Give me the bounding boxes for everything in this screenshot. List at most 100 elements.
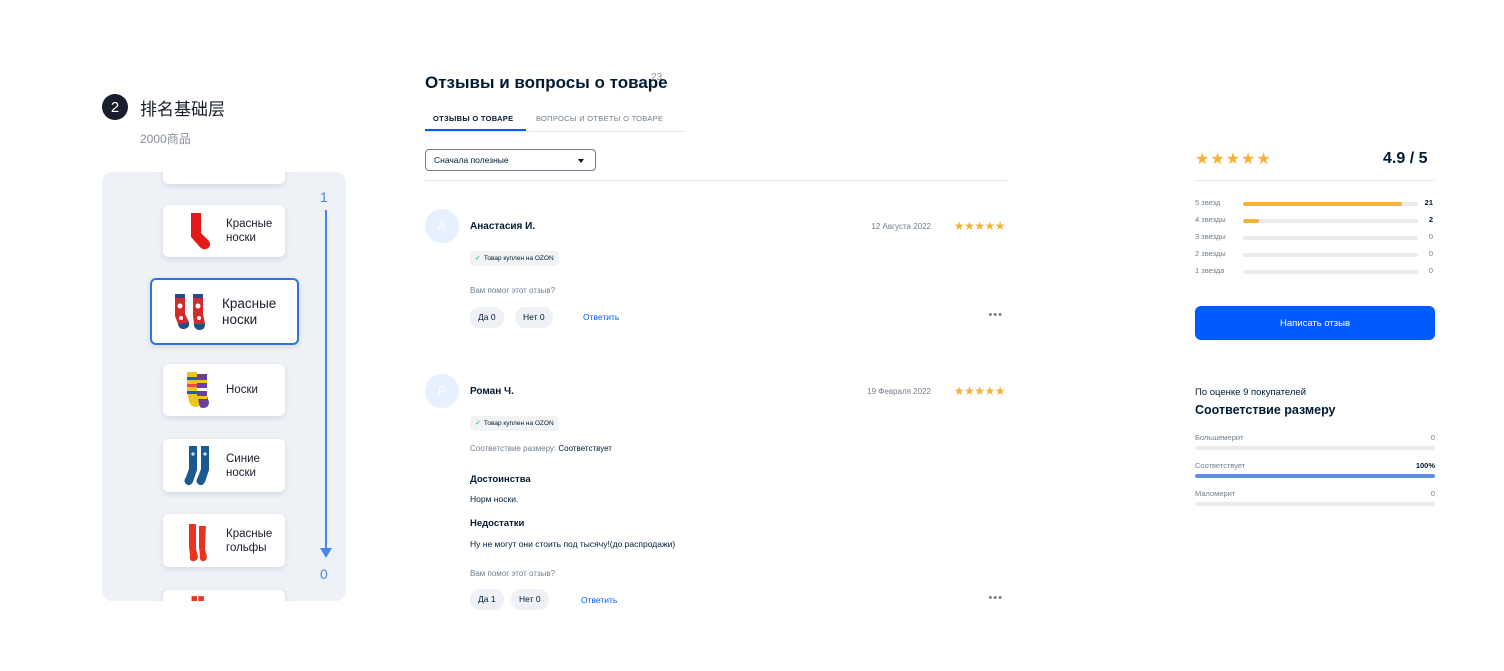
red-knee-socks-icon xyxy=(189,520,207,561)
red-sock-icon xyxy=(191,213,210,250)
rating-row-label: 2 звезды xyxy=(1195,249,1226,258)
summary-score: 4.9 / 5 xyxy=(1383,150,1428,167)
rating-row-count: 0 xyxy=(1428,266,1433,275)
size-fit-row-value: 100% xyxy=(1415,461,1435,470)
divider xyxy=(1195,180,1435,181)
reviews-title: Отзывы и вопросы о товаре xyxy=(425,73,668,92)
rating-row-label: 5 звезд xyxy=(1195,198,1221,207)
patterned-socks-icon xyxy=(175,293,205,330)
scale-arrow-icon xyxy=(320,548,332,558)
step-number-badge: 2 xyxy=(102,94,128,120)
rating-bar xyxy=(1243,219,1418,223)
helpful-no-button[interactable]: Нет 0 xyxy=(511,589,549,610)
step-title: 排名基础层 xyxy=(140,100,225,119)
size-fit-bar xyxy=(1195,474,1435,478)
rating-bar xyxy=(1243,202,1418,206)
size-fit-row-value: 0 xyxy=(1430,433,1435,442)
review-stars-icon: ★★★★★ xyxy=(953,384,1006,398)
size-fit-row-label: Большемерит xyxy=(1195,433,1244,442)
review-stars-icon: ★★★★★ xyxy=(953,219,1006,233)
verified-badge-label: Товар куплен на OZON xyxy=(483,420,554,427)
size-fit-subtitle: По оценке 9 покупателей xyxy=(1195,387,1307,398)
size-fit-row-label: Соответствует xyxy=(1195,461,1246,470)
bar-fill xyxy=(1243,219,1259,223)
blue-socks-icon xyxy=(184,445,209,485)
ranking-panel: Красные носки Красные носки Носки Синие … xyxy=(102,172,346,601)
striped-socks-icon xyxy=(187,372,209,408)
chevron-down-icon xyxy=(578,159,584,163)
more-options-icon[interactable]: ••• xyxy=(988,592,1003,604)
sock-icon xyxy=(191,594,204,601)
reviews-tabs: ОТЗЫВЫ О ТОВАРЕ ВОПРОСЫ И ОТВЕТЫ О ТОВАР… xyxy=(425,110,685,132)
rating-row-3[interactable]: 3 звезды 0 xyxy=(1195,232,1435,244)
tab-reviews[interactable]: ОТЗЫВЫ О ТОВАРЕ xyxy=(433,114,513,123)
tab-questions[interactable]: ВОПРОСЫ И ОТВЕТЫ О ТОВАРЕ xyxy=(536,114,663,123)
rating-bar xyxy=(1243,253,1418,257)
rating-row-5[interactable]: 5 звезд 21 xyxy=(1195,198,1435,210)
helpful-question: Вам помог этот отзыв? xyxy=(470,286,556,295)
verified-badge: ✓ Товар куплен на OZON xyxy=(470,416,559,431)
review-card: А Анастасия И. 12 Августа 2022 ★★★★★ ✓ То… xyxy=(425,209,1007,334)
sort-value: Сначала полезные xyxy=(434,155,509,165)
size-fit-line: Соответствие размеру: Соответствует xyxy=(470,444,612,453)
scale-top-label: 1 xyxy=(320,189,328,205)
rating-bar xyxy=(1243,270,1418,274)
rating-row-1[interactable]: 1 звезда 0 xyxy=(1195,266,1435,278)
write-review-button[interactable]: Написать отзыв xyxy=(1195,306,1435,340)
sock-icon xyxy=(175,172,219,184)
product-card-blue-socks[interactable]: Синие носки xyxy=(163,439,285,492)
product-label: Красные носки xyxy=(222,295,277,327)
size-fit-value: Соответствует xyxy=(558,444,612,453)
helpful-question: Вам помог этот отзыв? xyxy=(470,569,556,578)
rating-row-label: 1 звезда xyxy=(1195,266,1225,275)
reviewer-name: Анастасия И. xyxy=(470,221,536,232)
product-card[interactable] xyxy=(163,590,285,601)
product-card-socks[interactable]: Носки xyxy=(163,364,285,416)
rating-row-count: 21 xyxy=(1424,198,1433,207)
product-card-selected[interactable]: Красные носки xyxy=(150,278,299,345)
review-card: Р Роман Ч. 19 Февраля 2022 ★★★★★ ✓ Товар … xyxy=(425,374,1007,614)
summary-stars-icon: ★★★★★ xyxy=(1195,151,1272,168)
product-card-red-socks[interactable]: Красные носки xyxy=(163,205,285,257)
rating-bar xyxy=(1243,236,1418,240)
cons-text: Ну не могут они стоить под тысячу!(до ра… xyxy=(470,539,676,549)
cons-title: Недостатки xyxy=(470,518,525,529)
rating-row-count: 2 xyxy=(1428,215,1433,224)
helpful-no-button[interactable]: Нет 0 xyxy=(515,307,553,328)
reply-link[interactable]: Ответить xyxy=(583,312,619,322)
product-card[interactable] xyxy=(163,172,285,184)
scale-bottom-label: 0 xyxy=(320,566,328,582)
size-fit-bar xyxy=(1195,502,1435,506)
reply-link[interactable]: Ответить xyxy=(581,595,617,605)
more-options-icon[interactable]: ••• xyxy=(988,309,1003,321)
rating-row-count: 0 xyxy=(1428,232,1433,241)
review-date: 12 Августа 2022 xyxy=(871,222,931,231)
size-fit-title: Соответствие размеру xyxy=(1195,403,1336,417)
helpful-yes-button[interactable]: Да 0 xyxy=(470,307,504,328)
check-icon: ✓ xyxy=(475,255,481,262)
rating-row-2[interactable]: 2 звезды 0 xyxy=(1195,249,1435,261)
product-label: Носки xyxy=(226,384,258,396)
product-label: Синие носки xyxy=(226,452,260,479)
size-fit-bar xyxy=(1195,446,1435,450)
helpful-yes-button[interactable]: Да 1 xyxy=(470,589,504,610)
sort-select[interactable]: Сначала полезные xyxy=(425,149,596,171)
size-fit-row-value: 0 xyxy=(1430,489,1435,498)
pros-text: Норм носки. xyxy=(470,494,519,504)
size-fit-label: Соответствие размеру: xyxy=(470,444,557,453)
product-label: Красные гольфы xyxy=(226,527,273,554)
review-date: 19 Февраля 2022 xyxy=(867,387,931,396)
bar-fill xyxy=(1243,202,1403,206)
active-tab-underline xyxy=(425,129,526,131)
product-card-red-knee-socks[interactable]: Красные гольфы xyxy=(163,514,285,567)
rating-row-4[interactable]: 4 звезды 2 xyxy=(1195,215,1435,227)
divider xyxy=(425,180,1007,181)
rating-row-count: 0 xyxy=(1428,249,1433,258)
rating-row-label: 3 звезды xyxy=(1195,232,1226,241)
avatar: А xyxy=(425,209,459,243)
pros-title: Достоинства xyxy=(470,474,531,485)
reviews-count: 23 xyxy=(651,72,663,83)
rating-row-label: 4 звезды xyxy=(1195,215,1226,224)
verified-badge: ✓ Товар куплен на OZON xyxy=(470,251,559,266)
avatar: Р xyxy=(425,374,459,408)
